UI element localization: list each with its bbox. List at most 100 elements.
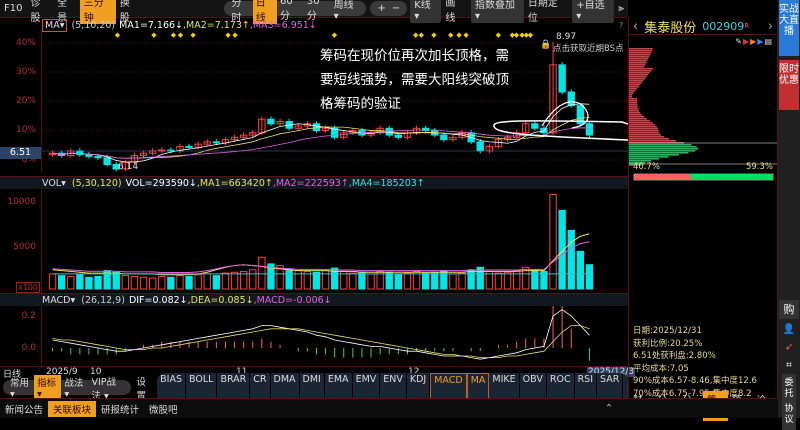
volume-bar (294, 270, 302, 290)
period-weekly[interactable]: 周线 ▾ (331, 0, 363, 22)
event-marker-icon: ◆ (419, 31, 425, 39)
event-marker-icon: ◆ (431, 31, 437, 39)
volume-bar (312, 271, 321, 290)
chip-bar (629, 100, 638, 102)
tab-research[interactable]: 研报统计 (96, 401, 144, 417)
candle (212, 141, 221, 144)
zoom-out-button[interactable]: − (389, 3, 403, 14)
low-price-label: 6.14 (118, 162, 139, 172)
chip-bar (629, 134, 662, 136)
live-broadcast-button[interactable]: 实战大直播 (779, 0, 799, 56)
chip-bar (629, 96, 632, 98)
buy-button[interactable]: 购 (779, 300, 799, 319)
promo-button[interactable]: 限时优惠 (779, 60, 799, 110)
zoom-in-button[interactable]: + (374, 3, 388, 14)
chip-bar (629, 90, 636, 92)
chip-bar (629, 122, 653, 124)
prev-stock-button[interactable]: ‹ (633, 19, 638, 34)
chip-bar (629, 110, 640, 112)
indicator-bar: 常用 ▾ 指标 ▾ 战法 ▾ VIP战法 ▾ 设置 BIAS BOLL BRAR CR… (0, 372, 628, 403)
dea-line (52, 325, 590, 358)
axis-label: 30% (15, 67, 36, 77)
volume-bar (185, 275, 193, 290)
group-common[interactable]: 常用 ▾ (7, 375, 34, 400)
vol-dropdown[interactable]: VOL▾ (42, 178, 66, 189)
event-marker-icon: ◆ (151, 31, 157, 39)
price-axis: 40% 30% 20% 10% 0% 6.51 (0, 30, 42, 172)
stock-badge: R (744, 22, 750, 30)
volume-bar (158, 275, 166, 290)
lock-icon[interactable]: 🔒 (540, 40, 551, 50)
bs-points-hint[interactable]: 点击获取近期BS点 (553, 42, 624, 54)
bottom-tabs: 新闻公告 关联板块 研报统计 微股吧 ⌃ (0, 398, 778, 418)
volume-bar (503, 271, 512, 290)
index-overlay-dropdown[interactable]: 指数叠加 ▾ (470, 0, 524, 23)
user-icon[interactable]: 👤 (779, 320, 799, 339)
help-icon[interactable]: ? (619, 21, 623, 30)
volume-bar (194, 274, 202, 290)
chip-bar (629, 118, 647, 120)
volume-bar (440, 270, 448, 290)
loss-ratio: 40.7% (633, 162, 661, 172)
volume-bar (230, 271, 239, 290)
volume-bar (258, 256, 266, 290)
crop-icon[interactable]: ⌗ (779, 356, 799, 375)
volume-bar (176, 275, 184, 290)
chip-bar (629, 98, 638, 100)
event-marker-icon: ◆ (448, 31, 454, 39)
tab-related-sectors[interactable]: 关联板块 (48, 400, 97, 417)
f10-button[interactable]: F10 (0, 3, 26, 14)
next-stock-button[interactable]: › (768, 19, 773, 34)
annotation-line: 要短线强势，需要大阳线突破顶 (320, 72, 509, 88)
rocket-icon[interactable]: ➶ (779, 338, 799, 357)
draw-line-button[interactable]: 画线 (441, 0, 468, 24)
chip-bar (629, 112, 641, 114)
stock-code: 002909 (702, 19, 745, 33)
ma10-line (52, 117, 590, 159)
chip-bar (629, 86, 639, 88)
macd-dropdown[interactable]: MACD▾ (42, 295, 75, 306)
event-marker-icon: ◆ (171, 31, 177, 39)
tab-news[interactable]: 新闻公告 (0, 401, 48, 417)
volume-bar (148, 277, 157, 290)
candle (567, 91, 575, 107)
vol-legend: VOL▾ (5,30,120) VOL=293590↓ ,MA1=663420↑… (0, 176, 628, 189)
chip-bar (629, 108, 639, 110)
clipboard-icon[interactable]: ▤ (764, 37, 773, 46)
candle (585, 123, 594, 136)
chip-bar (629, 68, 653, 70)
chip-bar (629, 74, 649, 76)
group-tactics[interactable]: 战法 ▾ (61, 375, 88, 400)
chip-distribution (629, 48, 777, 166)
agreement-button[interactable]: 协议 (782, 400, 796, 430)
event-marker-icon: ◆ (115, 31, 121, 39)
date-locate-button[interactable]: 日期定位 (524, 0, 569, 24)
volume-bar (94, 275, 102, 290)
high-price-label: 8.97 (556, 32, 577, 42)
collapse-panel-button[interactable]: ⫸ (614, 3, 628, 14)
chip-bar (629, 130, 659, 132)
chip-bar (629, 84, 641, 86)
axis-label: 0.0 (21, 343, 36, 353)
add-watchlist-dropdown[interactable]: +自选 ▾ (572, 0, 615, 23)
volume-bar (167, 276, 175, 290)
tab-forum[interactable]: 微股吧 (144, 401, 183, 417)
kline-dropdown[interactable]: K线 ▾ (410, 0, 442, 23)
macd-chart[interactable] (42, 306, 628, 366)
pencil-icon[interactable]: ✎ (735, 37, 743, 46)
annotation-line: 筹码在现价位再次加长顶格，需 (320, 48, 509, 64)
chip-bar (629, 58, 649, 60)
annotation-text: 筹码在现价位再次加长顶格，需 要短线强势，需要大阳线突破顶 格筹码的验证 (320, 44, 509, 116)
chip-bar (629, 150, 696, 152)
chip-bar (629, 148, 699, 150)
chip-bar (629, 72, 650, 74)
vol-unit: x100 (16, 282, 41, 293)
event-marker-icon: ◆ (225, 31, 231, 39)
chip-bar (629, 126, 657, 128)
indicator-groups: 常用 ▾ 指标 ▾ 战法 ▾ VIP战法 ▾ (3, 375, 132, 402)
chip-bar (629, 140, 676, 142)
volume-bar (76, 274, 84, 290)
group-indicators[interactable]: 指标 ▾ (34, 375, 62, 400)
volume-chart[interactable] (42, 189, 628, 293)
expand-icon[interactable]: ⌃ (600, 402, 618, 415)
